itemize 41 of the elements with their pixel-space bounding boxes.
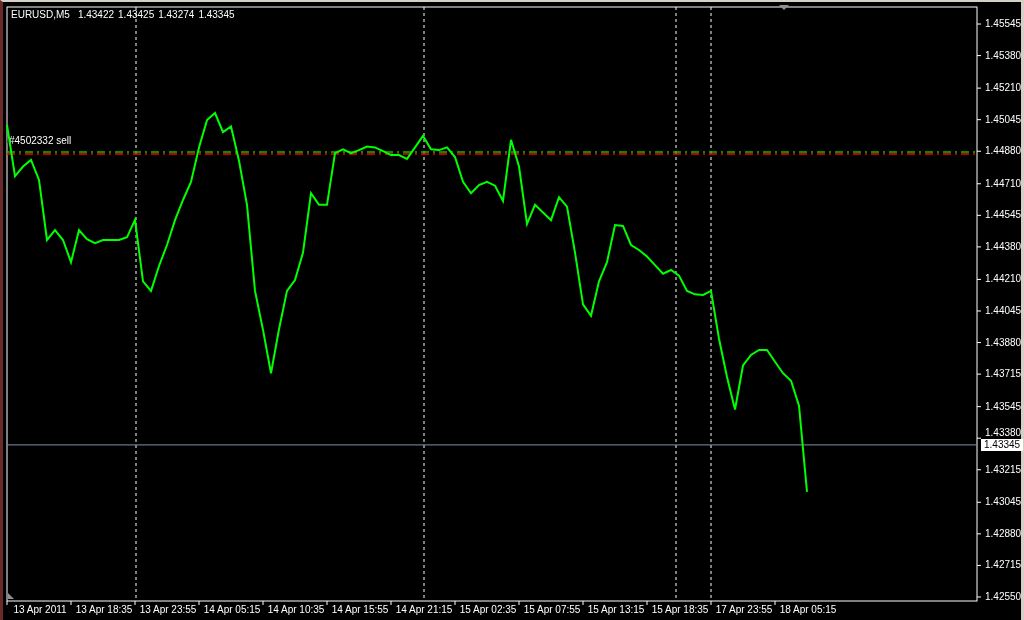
chart-symbol: EURUSD,M5 xyxy=(11,9,70,20)
time-axis-label: 14 Apr 10:35 xyxy=(267,604,325,615)
price-axis-label: 1.44545 xyxy=(985,209,1021,221)
time-axis-label: 14 Apr 15:55 xyxy=(331,604,389,615)
price-axis-label: 1.42550 xyxy=(985,591,1021,602)
price-axis-label: 1.42715 xyxy=(985,559,1021,571)
price-axis-label: 1.45380 xyxy=(985,49,1021,61)
time-axis-label: 15 Apr 13:15 xyxy=(587,604,645,615)
time-axis-label: 17 Apr 23:55 xyxy=(715,604,773,615)
price-axis-label: 1.44380 xyxy=(985,240,1021,252)
price-axis-label: 1.42880 xyxy=(985,527,1021,539)
price-axis-label: 1.43880 xyxy=(985,336,1021,348)
price-axis-label: 1.45545 xyxy=(985,18,1021,30)
price-axis-label: 1.43715 xyxy=(985,368,1021,380)
current-price-label: 1.43345 xyxy=(981,438,1024,451)
time-axis-label: 13 Apr 2011 xyxy=(13,604,67,615)
price-axis-label: 1.45045 xyxy=(985,113,1021,125)
ohlc-value: 1.43425 xyxy=(118,9,155,20)
price-axis-label: 1.43045 xyxy=(985,496,1021,508)
time-axis-label: 15 Apr 07:55 xyxy=(523,604,581,615)
corner-triangle-icon xyxy=(8,593,14,599)
time-axis-label: 14 Apr 21:15 xyxy=(395,604,453,615)
time-axis-label: 13 Apr 18:35 xyxy=(75,604,133,615)
ohlc-value: 1.43345 xyxy=(198,9,235,20)
time-axis-label: 13 Apr 23:55 xyxy=(139,604,197,615)
price-axis-label: 1.45210 xyxy=(985,82,1021,94)
chart-shift-icon[interactable] xyxy=(779,5,789,10)
price-axis-label: 1.44045 xyxy=(985,305,1021,316)
price-axis-label: 1.43215 xyxy=(985,463,1021,475)
price-axis-label: 1.44880 xyxy=(985,145,1021,157)
time-axis-label: 14 Apr 05:15 xyxy=(203,604,261,615)
price-axis-label: 1.43545 xyxy=(985,400,1021,412)
time-axis-label: 18 Apr 05:15 xyxy=(779,604,837,615)
time-axis-label: 15 Apr 18:35 xyxy=(651,604,709,615)
price-axis-label: 1.44710 xyxy=(985,177,1021,189)
price-axis-label: 1.44210 xyxy=(985,273,1021,285)
time-axis-label: 15 Apr 02:35 xyxy=(459,604,517,615)
price-axis-label: 1.43380 xyxy=(985,426,1021,438)
ohlc-value: 1.43274 xyxy=(158,9,195,20)
ohlc-value: 1.43422 xyxy=(77,9,115,20)
order-label: #4502332 sell xyxy=(9,135,72,146)
